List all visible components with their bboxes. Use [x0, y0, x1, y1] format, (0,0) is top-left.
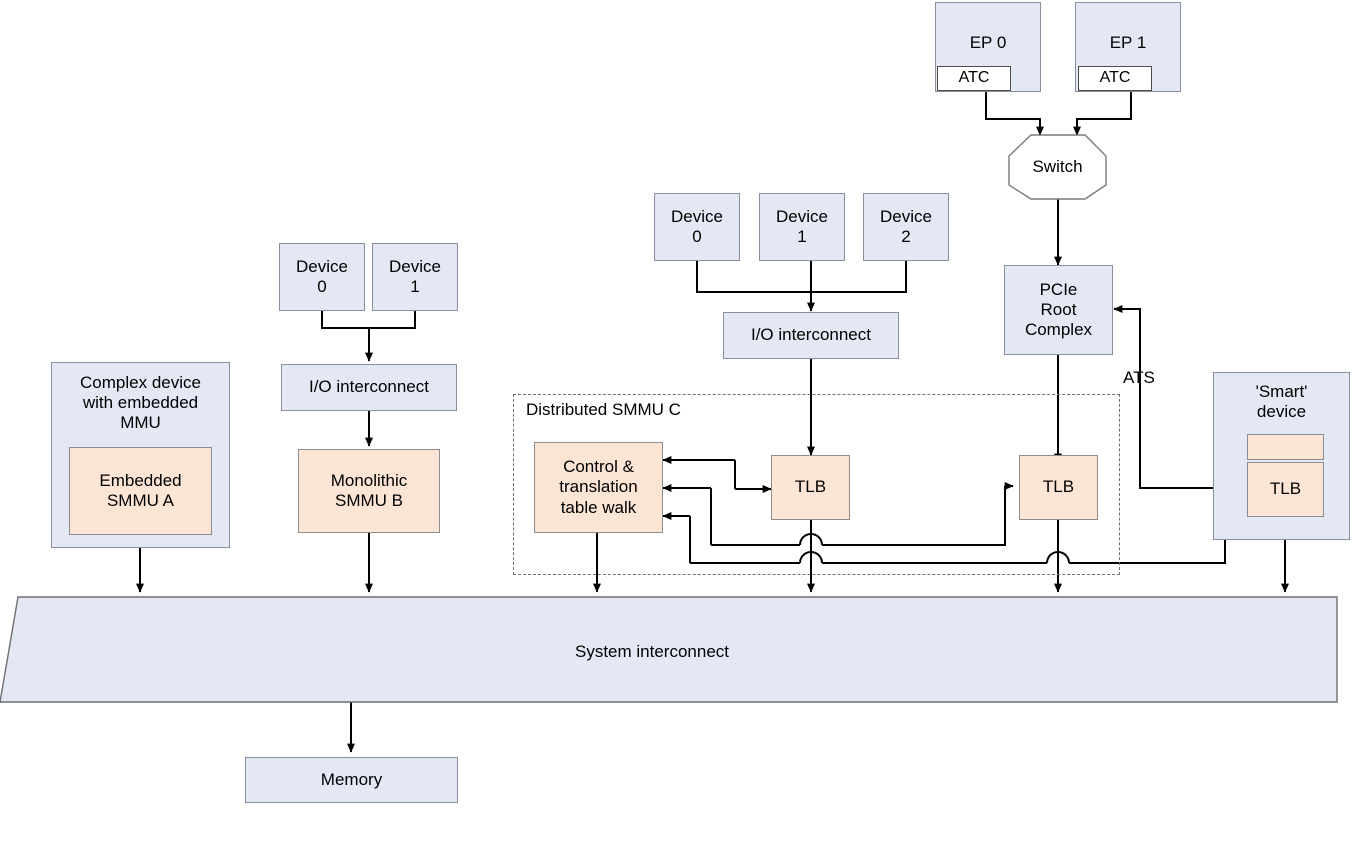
distributed-smmu-c-title: Distributed SMMU C [526, 400, 681, 419]
distributed-smmu-tlb-left-label: TLB [794, 477, 827, 497]
embedded-smmu-a[interactable]: Embedded SMMU A [69, 447, 212, 535]
midright-device-0-label: Device 0 [671, 206, 723, 246]
ats-label: ATS [1123, 368, 1155, 387]
memory-label: Memory [320, 769, 383, 789]
distributed-smmu-tlb-right-label: TLB [1042, 477, 1075, 497]
midleft-device-0[interactable]: Device 0 [279, 243, 365, 311]
midright-io-interconnect[interactable]: I/O interconnect [723, 312, 899, 359]
complex-device-title: Complex device with embedded MMU [80, 373, 201, 433]
midright-device-2-label: Device 2 [880, 206, 932, 246]
ep0-atc[interactable]: ATC [937, 66, 1011, 91]
control-translation-table-walk[interactable]: Control & translation table walk [534, 442, 663, 533]
smart-device-title: 'Smart' device [1255, 382, 1308, 422]
monolithic-smmu-b[interactable]: Monolithic SMMU B [298, 449, 440, 533]
midleft-io-interconnect[interactable]: I/O interconnect [281, 364, 457, 411]
monolithic-smmu-b-label: Monolithic SMMU B [330, 470, 408, 510]
memory[interactable]: Memory [245, 757, 458, 803]
ep0-label: EP 0 [969, 33, 1007, 52]
distributed-smmu-tlb-right[interactable]: TLB [1019, 455, 1098, 520]
control-translation-table-walk-label: Control & translation table walk [559, 457, 638, 517]
switch-node[interactable]: Switch [1009, 135, 1106, 199]
midright-device-1-label: Device 1 [776, 206, 828, 246]
midright-device-2[interactable]: Device 2 [863, 193, 949, 261]
midleft-device-1-label: Device 1 [389, 256, 441, 296]
ep1-label: EP 1 [1109, 33, 1147, 52]
midleft-io-interconnect-label: I/O interconnect [308, 377, 429, 397]
ep0-atc-label: ATC [958, 69, 990, 87]
midleft-device-0-label: Device 0 [296, 256, 348, 296]
diagram-canvas: EP 0 ATC EP 1 ATC Switch PCIe Root Compl… [0, 0, 1357, 841]
switch-label: Switch [1032, 156, 1083, 176]
midright-io-interconnect-label: I/O interconnect [750, 325, 871, 345]
smart-device-tlb[interactable]: TLB [1247, 462, 1324, 517]
ep1-atc[interactable]: ATC [1078, 66, 1152, 91]
ep1-atc-label: ATC [1099, 69, 1131, 87]
midleft-device-1[interactable]: Device 1 [372, 243, 458, 311]
pcie-root-complex[interactable]: PCIe Root Complex [1004, 265, 1113, 355]
smart-device-upper-block [1247, 434, 1324, 460]
distributed-smmu-tlb-left[interactable]: TLB [771, 455, 850, 520]
pcie-root-complex-label: PCIe Root Complex [1024, 279, 1093, 340]
smart-device-tlb-label: TLB [1269, 479, 1302, 499]
system-interconnect-label: System interconnect [575, 642, 730, 661]
midright-device-0[interactable]: Device 0 [654, 193, 740, 261]
embedded-smmu-a-label: Embedded SMMU A [99, 470, 182, 510]
midright-device-1[interactable]: Device 1 [759, 193, 845, 261]
